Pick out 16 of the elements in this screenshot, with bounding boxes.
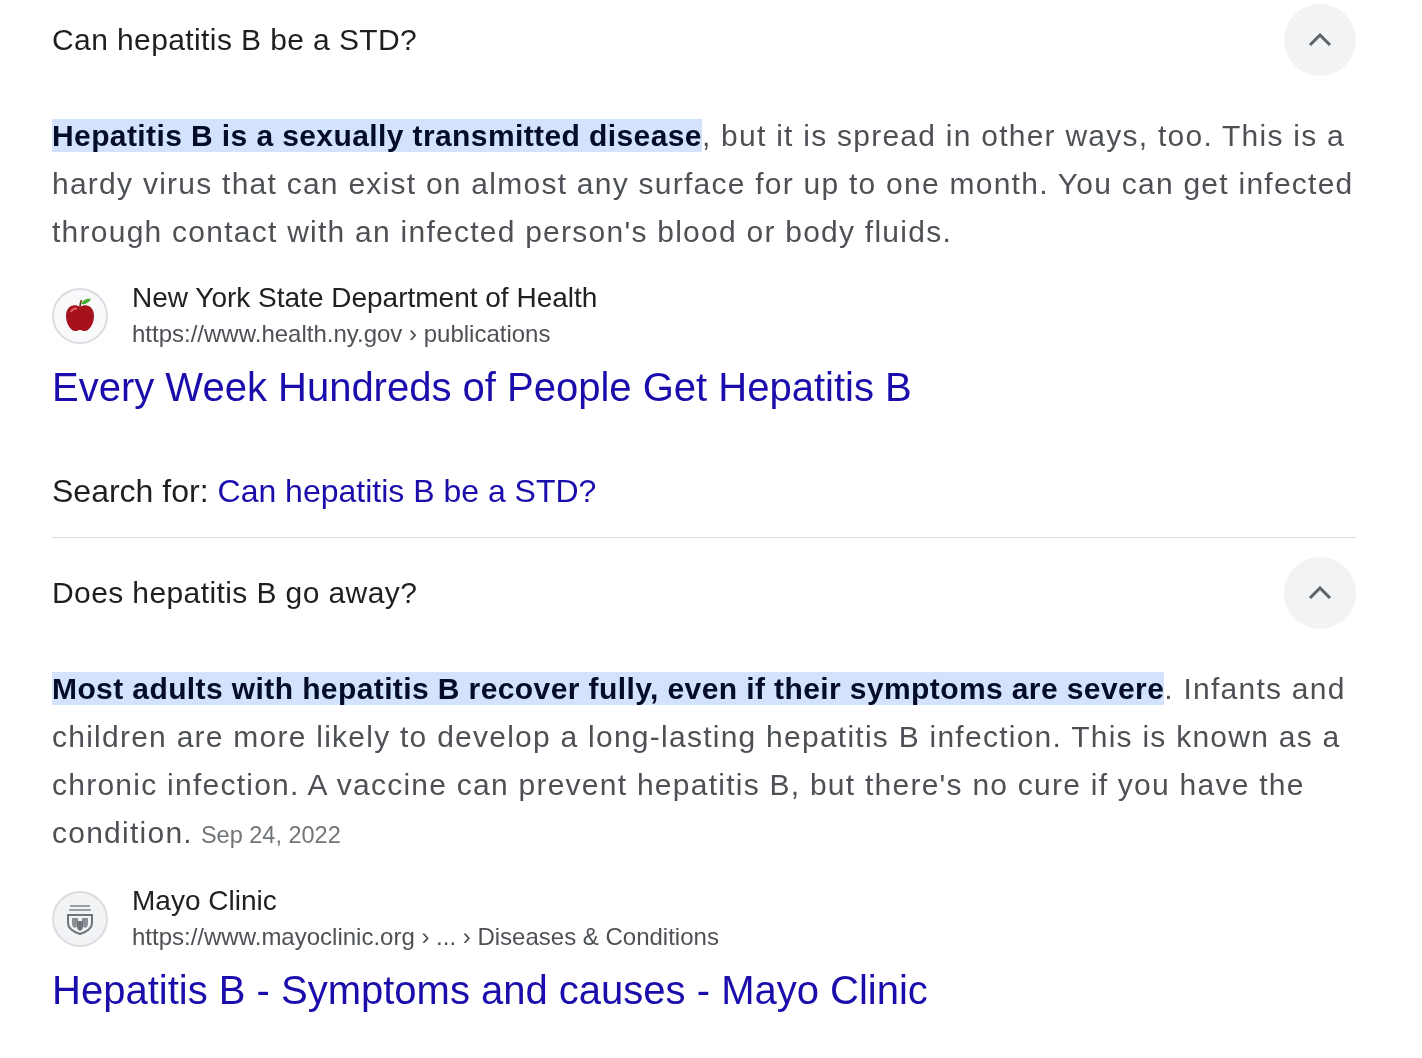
source-url: https://www.mayoclinic.org › ... › Diseases & Conditions	[132, 922, 719, 952]
apple-icon	[52, 287, 108, 344]
result-title-link[interactable]: Hepatitis B - Symptoms and causes - Mayo Clinic	[52, 966, 928, 1014]
question-text: Does hepatitis B go away?	[52, 576, 418, 610]
search-for-label: Search for:	[52, 472, 209, 511]
source-url: https://www.health.ny.gov › publications	[132, 319, 552, 349]
source-name: New York State Department of Health	[132, 282, 598, 314]
source-name: Mayo Clinic	[132, 885, 278, 917]
chevron-up-icon	[1308, 586, 1332, 600]
result-title-link[interactable]: Every Week Hundreds of People Get Hepatitis B	[52, 363, 912, 411]
chevron-up-icon	[1308, 33, 1332, 47]
answer-paragraph: Hepatitis B is a sexually transmitted disease, but it is spread in other ways, too. This is a hardy virus that can exist on almost any surface for up to one month. You can get infected through contact with an infected person's blood or body fluids.	[52, 118, 1355, 250]
answer-paragraph: Most adults with hepatitis B recover fully, even if their symptoms are severe. Infants and children are more likely to develop a long-lasting hepatitis B infection. This is known as a chronic infection. A vaccine can prevent hepatitis B, but there's no cure if you have the condition. Sep 24, 2022	[52, 671, 1347, 851]
question-text: Can hepatitis B be a STD?	[52, 23, 418, 57]
shield-logo-icon	[52, 890, 108, 947]
search-query-link[interactable]: Can hepatitis B be a STD?	[217, 467, 597, 515]
